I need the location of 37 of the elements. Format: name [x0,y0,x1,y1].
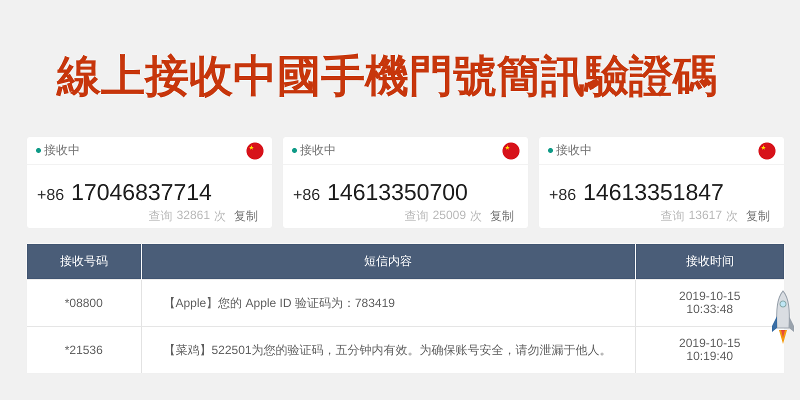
status-label: 接收中 [300,142,337,159]
date-text: 2019-10-15 [678,337,742,350]
query-label: 查询 [660,208,685,225]
date-text: 2019-10-15 [678,290,742,303]
status-label: 接收中 [44,142,81,159]
query-count: 25009 [432,208,466,224]
phone-number[interactable]: 14613351847 [583,179,724,206]
flag-icon [502,142,520,160]
status-label: 接收中 [556,142,593,159]
column-header: 接收号码 [27,244,141,280]
rocket-icon[interactable] [770,290,796,346]
query-count: 32861 [176,208,210,224]
time-text: 10:19:40 [685,350,734,363]
country-code: +86 [549,187,576,205]
query-label: 查询 [404,208,429,225]
phone-number[interactable]: 14613350700 [327,179,468,206]
count-unit: 次 [726,208,738,225]
query-count: 13617 [688,208,722,224]
flag-icon [758,142,776,160]
column-header: 接收时间 [635,244,784,280]
page-title: 線上接收中國手機門號簡訊驗證碼 [57,51,718,102]
count-unit: 次 [214,208,226,225]
country-code: +86 [293,187,320,205]
copy-link[interactable]: 复制 [490,208,514,225]
copy-link[interactable]: 复制 [234,208,258,225]
sender-cell: *21536 [27,326,141,373]
time-text: 10:33:48 [685,303,734,316]
query-label: 查询 [148,208,173,225]
flag-icon [246,142,264,160]
count-unit: 次 [470,208,482,225]
country-code: +86 [37,187,64,205]
column-header: 短信内容 [141,244,635,280]
phone-number[interactable]: 17046837714 [71,179,212,206]
copy-link[interactable]: 复制 [746,208,770,225]
message-cell: 【Apple】您的 Apple ID 验证码为：783419 [141,280,635,326]
message-cell: 【菜鸡】522501为您的验证码，五分钟内有效。为确保账号安全，请勿泄漏于他人。 [141,326,635,373]
sender-cell: *08800 [27,280,141,326]
